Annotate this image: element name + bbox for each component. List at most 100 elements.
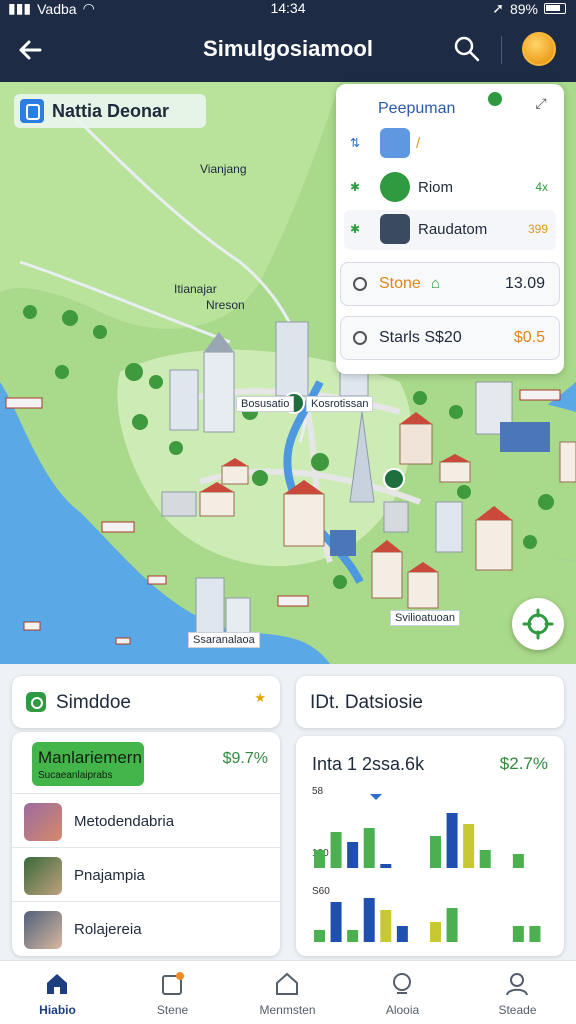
map-label-district-1: Itianajar bbox=[174, 282, 217, 296]
app-header: Simulgosiamool bbox=[0, 18, 576, 82]
clock-icon bbox=[353, 277, 367, 291]
chart-bar bbox=[347, 930, 359, 942]
location-name: Nattia Deonar bbox=[52, 100, 170, 121]
store-icon bbox=[162, 972, 184, 995]
status-bar: ▮▮▮ Vadba ◠ 14:34 ➚ 89% bbox=[0, 0, 576, 18]
page-title: Simulgosiamool bbox=[203, 36, 373, 61]
recenter-icon bbox=[522, 608, 554, 640]
panel-row-value: 399 bbox=[527, 222, 548, 236]
nav-item-profile[interactable]: Steade bbox=[460, 961, 575, 1024]
stats-value: $0.5 bbox=[513, 329, 545, 346]
coin-icon[interactable] bbox=[522, 32, 556, 66]
nav-item-house[interactable]: Menmsten bbox=[230, 961, 345, 1024]
list-item-label: Pnajampia bbox=[74, 867, 145, 884]
highlight-row[interactable]: Manlariemern Sucaeanlaiprabs $9.7% bbox=[12, 732, 280, 794]
list-item-label: Metodendabria bbox=[74, 813, 175, 830]
map-tag-4[interactable]: Svilioatuoan bbox=[390, 610, 460, 626]
chart-bar bbox=[430, 922, 441, 942]
chart-bar bbox=[363, 828, 375, 868]
tag-icon: ✱ bbox=[350, 180, 361, 194]
chart-marker-icon bbox=[370, 794, 382, 800]
highlight-value: $9.7% bbox=[222, 750, 268, 767]
star-icon[interactable]: ★ bbox=[254, 690, 266, 706]
left-card-list: Manlariemern Sucaeanlaiprabs $9.7% Metod… bbox=[12, 732, 280, 956]
house-icon bbox=[276, 972, 298, 995]
chart-bar bbox=[512, 854, 524, 868]
chart-bar bbox=[380, 864, 392, 868]
map-tag-3[interactable]: Ssaranalaoa bbox=[188, 632, 260, 648]
battery-label: 89% bbox=[509, 0, 538, 17]
edit-icon[interactable]: / bbox=[416, 135, 420, 152]
link-icon: ⇅ bbox=[350, 136, 361, 150]
chart-bar bbox=[330, 902, 342, 942]
avatar bbox=[24, 911, 62, 949]
left-card-header[interactable]: Simddoe ★ bbox=[12, 676, 280, 728]
home-icon bbox=[47, 974, 67, 994]
stone-row[interactable]: Stone ⌂ 13.09 bbox=[340, 262, 560, 306]
map-tag-1[interactable]: Bosusatio bbox=[236, 396, 295, 412]
list-item-label: Rolajereia bbox=[74, 921, 142, 938]
chart-bar bbox=[446, 908, 458, 942]
info-panel: Peepuman ⤢ ⇅ / ✱ Riom 4x ✱ Raudatom 399 … bbox=[336, 84, 564, 374]
nav-item-search[interactable]: Alooia bbox=[345, 961, 460, 1024]
stone-label: Stone bbox=[379, 275, 421, 292]
location-icon: ➚ bbox=[492, 0, 504, 16]
panel-row-raudatom[interactable]: ✱ Raudatom 399 bbox=[344, 210, 556, 250]
stone-value: 13.09 bbox=[504, 275, 545, 292]
chart-bar bbox=[479, 850, 491, 868]
panel-row-riom[interactable]: ✱ Riom 4x bbox=[344, 168, 556, 208]
list-item[interactable]: Pnajampia bbox=[12, 848, 280, 902]
profile-icon bbox=[506, 973, 528, 996]
device-thumb bbox=[380, 214, 410, 244]
panel-row-label: Riom bbox=[418, 179, 454, 196]
map-label-district-2: Nreson bbox=[206, 298, 245, 312]
panel-row-edit[interactable]: ⇅ / bbox=[344, 124, 556, 164]
recenter-button[interactable] bbox=[512, 598, 564, 650]
chart-bar bbox=[380, 910, 392, 942]
map-tag-2[interactable]: Kosrotissan bbox=[306, 396, 374, 412]
panel-row-label: Raudatom bbox=[418, 221, 488, 238]
nav-item-store[interactable]: Stene bbox=[115, 961, 230, 1024]
chart-bar bbox=[446, 813, 458, 868]
house-icon: ⌂ bbox=[431, 275, 441, 292]
chart-bar bbox=[512, 926, 524, 942]
profile-thumb bbox=[380, 128, 410, 158]
green-circle-icon bbox=[380, 172, 410, 202]
location-pin-icon bbox=[20, 99, 44, 123]
tag-icon: ✱ bbox=[350, 222, 361, 236]
chart-bar bbox=[314, 850, 325, 868]
location-chip[interactable]: Nattia Deonar bbox=[14, 94, 206, 128]
search-icon[interactable] bbox=[452, 34, 482, 64]
left-card-icon bbox=[26, 692, 46, 712]
expand-icon[interactable]: ⤢ bbox=[532, 94, 550, 112]
clock-icon bbox=[353, 331, 367, 345]
chart-bar bbox=[330, 832, 342, 868]
bottom-nav: Hiabio Stene Menmsten Alooia Steade bbox=[0, 960, 576, 1024]
list-item[interactable]: Rolajereia bbox=[12, 902, 280, 956]
panel-badge-icon bbox=[488, 92, 502, 106]
stats-row[interactable]: Starls S$20 $0.5 bbox=[340, 316, 560, 360]
stats-label: Starls S$20 bbox=[379, 329, 462, 346]
list-item[interactable]: Metodendabria bbox=[12, 794, 280, 848]
chart-bar bbox=[363, 898, 375, 942]
chart-bar bbox=[396, 926, 408, 942]
avatar bbox=[24, 803, 62, 841]
y-tick-label: S60 bbox=[312, 886, 330, 897]
map-label-region: Vianjang bbox=[200, 162, 247, 176]
search-icon bbox=[393, 973, 411, 994]
bar-chart: 58100S60 bbox=[312, 786, 541, 942]
nav-label: Stene bbox=[156, 1003, 189, 1017]
nav-label: Hiabio bbox=[39, 1003, 76, 1017]
chart-bar bbox=[529, 926, 541, 942]
nav-label: Steade bbox=[498, 1003, 537, 1017]
right-card-header[interactable]: IDt. Datsiosie bbox=[296, 676, 564, 728]
right-card-title: IDt. Datsiosie bbox=[310, 692, 423, 713]
header-divider bbox=[501, 36, 502, 64]
left-card-title: Simddoe bbox=[56, 692, 131, 713]
chart-bar bbox=[314, 930, 325, 942]
highlight-name: Manlariemern bbox=[38, 748, 142, 767]
y-tick-label: 58 bbox=[312, 786, 324, 797]
chart-bar bbox=[463, 824, 475, 868]
nav-label: Alooia bbox=[385, 1003, 420, 1017]
nav-item-home[interactable]: Hiabio bbox=[0, 961, 115, 1024]
